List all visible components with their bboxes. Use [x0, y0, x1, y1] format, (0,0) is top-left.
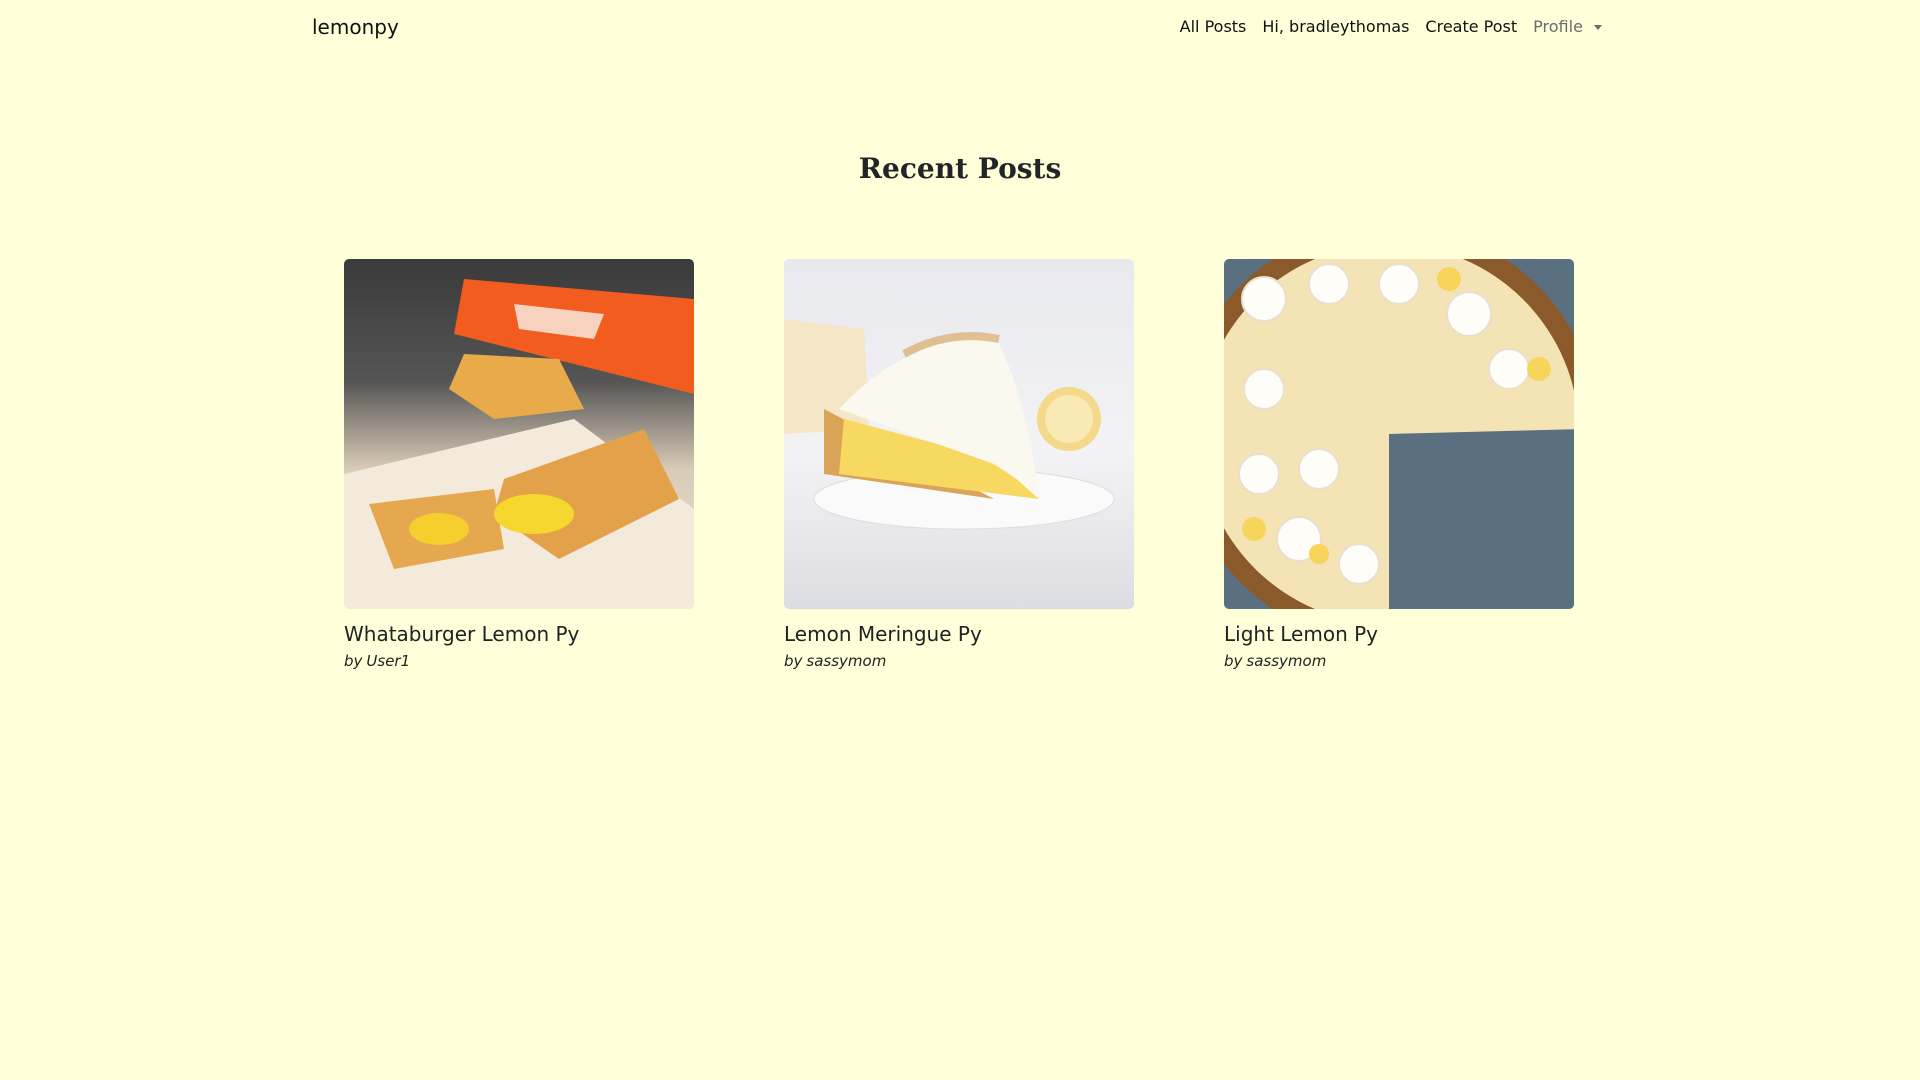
- cream-pie-image[interactable]: [1224, 259, 1574, 609]
- post-author: by sassymom: [1224, 652, 1576, 670]
- profile-dropdown[interactable]: Profile: [1533, 17, 1602, 36]
- post-card[interactable]: Light Lemon Py by sassymom: [1224, 259, 1576, 670]
- post-author: by sassymom: [784, 652, 1136, 670]
- author-prefix: by: [344, 652, 363, 670]
- nav-user-greeting[interactable]: Hi, bradleythomas: [1262, 17, 1409, 36]
- author-prefix: by: [784, 652, 803, 670]
- navbar: lemonpy All Posts Hi, bradleythomas Crea…: [312, 0, 1602, 56]
- brand-link[interactable]: lemonpy: [312, 15, 399, 39]
- author-name: sassymom: [806, 652, 887, 670]
- nav-create-post[interactable]: Create Post: [1425, 17, 1517, 36]
- author-prefix: by: [1224, 652, 1243, 670]
- profile-label: Profile: [1533, 17, 1583, 36]
- lemon-pastry-image[interactable]: [344, 259, 694, 609]
- page-title: Recent Posts: [858, 152, 1062, 185]
- post-card[interactable]: Lemon Meringue Py by sassymom: [784, 259, 1136, 670]
- post-title[interactable]: Light Lemon Py: [1224, 621, 1576, 647]
- post-title[interactable]: Lemon Meringue Py: [784, 621, 1136, 647]
- post-card[interactable]: Whataburger Lemon Py by User1: [344, 259, 696, 670]
- nav-links: All Posts Hi, bradleythomas Create Post …: [1180, 17, 1602, 36]
- post-title[interactable]: Whataburger Lemon Py: [344, 621, 696, 647]
- author-name: User1: [366, 652, 411, 670]
- post-author: by User1: [344, 652, 696, 670]
- meringue-pie-image[interactable]: [784, 259, 1134, 609]
- nav-all-posts[interactable]: All Posts: [1180, 17, 1247, 36]
- caret-down-icon: [1594, 25, 1602, 30]
- posts-grid: Whataburger Lemon Py by User1 Lemon Meri…: [344, 259, 1576, 679]
- author-name: sassymom: [1246, 652, 1327, 670]
